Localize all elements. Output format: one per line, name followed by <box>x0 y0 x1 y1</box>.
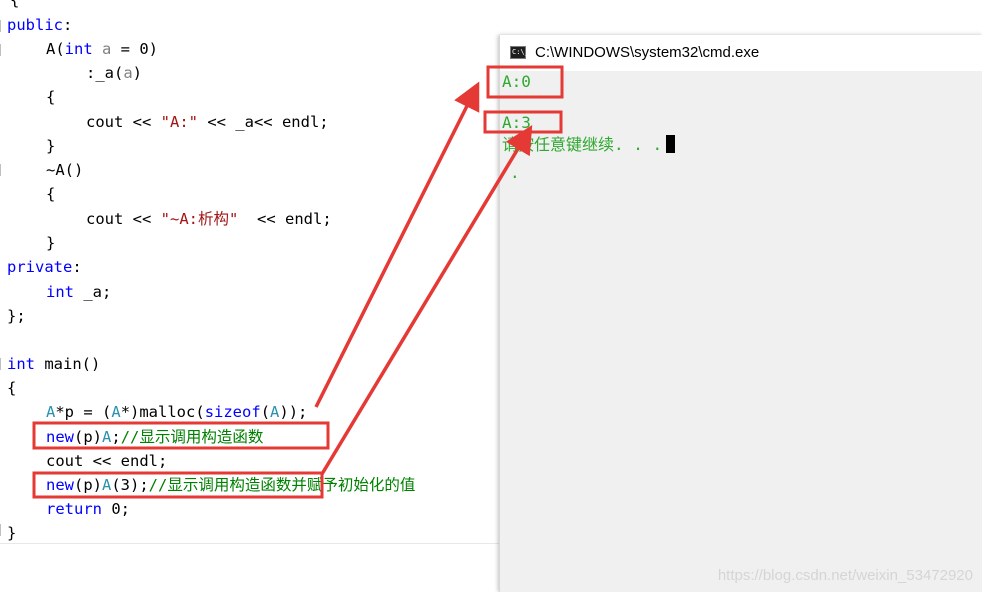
code-token: << _a<< endl; <box>197 113 329 131</box>
code-line: } <box>7 521 16 545</box>
code-token: int <box>64 40 93 58</box>
code-token: )); <box>279 403 308 421</box>
code-token: } <box>46 137 56 155</box>
code-line: cout << endl; <box>46 449 167 473</box>
code-token: new <box>46 476 74 494</box>
code-token: A( <box>46 40 65 58</box>
keyword-public: public <box>7 16 63 34</box>
code-token: A <box>270 403 280 421</box>
console-output-line: A:3 <box>502 113 531 132</box>
console-output-line: A:0 <box>502 72 531 91</box>
code-line: new(p)A;//显示调用构造函数 <box>46 425 263 449</box>
cmd-icon: C:\_ <box>510 46 529 59</box>
code-line: { <box>7 376 16 400</box>
code-line: { <box>46 182 55 206</box>
code-token: *p = ( <box>55 403 112 421</box>
code-editor[interactable]: { public: A(int a = 0) :_a(a) { cout << … <box>0 0 500 592</box>
code-comment: //显示调用构造函数并赋予初始化的值 <box>148 476 416 494</box>
code-line: { <box>46 85 55 109</box>
code-line: return 0; <box>46 497 130 521</box>
code-token: *)malloc( <box>120 403 205 421</box>
fold-marker[interactable] <box>0 358 6 370</box>
code-token: { <box>46 185 56 203</box>
code-token: A <box>111 403 121 421</box>
code-line: public: <box>7 13 72 37</box>
code-line: { <box>10 0 19 12</box>
code-token: ; <box>111 428 121 446</box>
string-literal: "~A:析构" <box>160 210 239 228</box>
fold-marker[interactable] <box>0 44 6 56</box>
code-token: : <box>63 16 73 34</box>
code-comment: //显示调用构造函数 <box>120 428 264 446</box>
code-token: ~A() <box>46 161 84 179</box>
string-literal: "A:" <box>160 113 198 131</box>
fold-marker[interactable] <box>0 164 6 176</box>
cmd-icon-glyph: C:\_ <box>512 48 529 56</box>
code-token: int <box>7 355 35 373</box>
code-token: new <box>46 428 74 446</box>
code-token: (3); <box>111 476 149 494</box>
code-line: int main() <box>7 352 100 376</box>
code-token: cout << <box>86 210 161 228</box>
code-token: A <box>46 403 56 421</box>
console-prompt-text: 请按任意键继续. . . <box>502 135 663 154</box>
code-token: : <box>72 258 82 276</box>
fold-marker[interactable] <box>0 524 6 536</box>
code-token: cout << endl; <box>46 452 168 470</box>
code-token: a <box>92 40 112 58</box>
code-line: }; <box>7 304 26 328</box>
code-line: new(p)A(3);//显示调用构造函数并赋予初始化的值 <box>46 473 415 497</box>
code-token: main() <box>35 355 101 373</box>
code-line: cout << "~A:析构" << endl; <box>86 207 332 231</box>
text-cursor <box>666 135 676 153</box>
fold-marker[interactable] <box>0 20 6 32</box>
keyword-private: private <box>7 258 73 276</box>
console-output-line: . <box>510 163 520 182</box>
code-token: } <box>46 234 56 252</box>
code-token: sizeof <box>204 403 261 421</box>
code-line: A(int a = 0) <box>46 37 158 61</box>
code-token: 0; <box>102 500 130 518</box>
code-token: _a; <box>74 283 112 301</box>
code-token: :_a( <box>86 64 124 82</box>
code-token: = 0) <box>111 40 159 58</box>
editor-divider <box>0 543 500 544</box>
code-token: int <box>46 283 74 301</box>
code-token: A <box>102 428 112 446</box>
code-line: private: <box>7 255 82 279</box>
code-token: ( <box>260 403 271 421</box>
code-token: }; <box>7 307 26 325</box>
code-line: :_a(a) <box>86 61 142 85</box>
code-token: A <box>102 476 112 494</box>
code-line: } <box>46 134 55 158</box>
code-token: { <box>10 0 20 9</box>
code-line: int _a; <box>46 280 111 304</box>
console-prompt-line: 请按任意键继续. . . <box>502 131 676 155</box>
watermark: https://blog.csdn.net/weixin_53472920 <box>717 567 973 584</box>
console-window[interactable]: C:\_ C:\WINDOWS\system32\cmd.exe A:0 A:3… <box>499 35 982 592</box>
code-token: a <box>123 64 133 82</box>
code-line: ~A() <box>46 158 83 182</box>
code-token: return <box>46 500 102 518</box>
code-token: { <box>46 88 56 106</box>
code-token: { <box>7 379 17 397</box>
code-token: << endl; <box>238 210 332 228</box>
code-line: A*p = (A*)malloc(sizeof(A)); <box>46 400 307 424</box>
code-line: cout << "A:" << _a<< endl; <box>86 110 329 134</box>
code-token: (p) <box>74 428 102 446</box>
code-token: ) <box>132 64 143 82</box>
code-token: } <box>7 524 17 542</box>
code-token: cout << <box>86 113 161 131</box>
code-token: (p) <box>74 476 102 494</box>
console-title: C:\WINDOWS\system32\cmd.exe <box>535 44 760 61</box>
code-line: } <box>46 231 55 255</box>
console-titlebar[interactable]: C:\_ C:\WINDOWS\system32\cmd.exe <box>500 35 982 71</box>
